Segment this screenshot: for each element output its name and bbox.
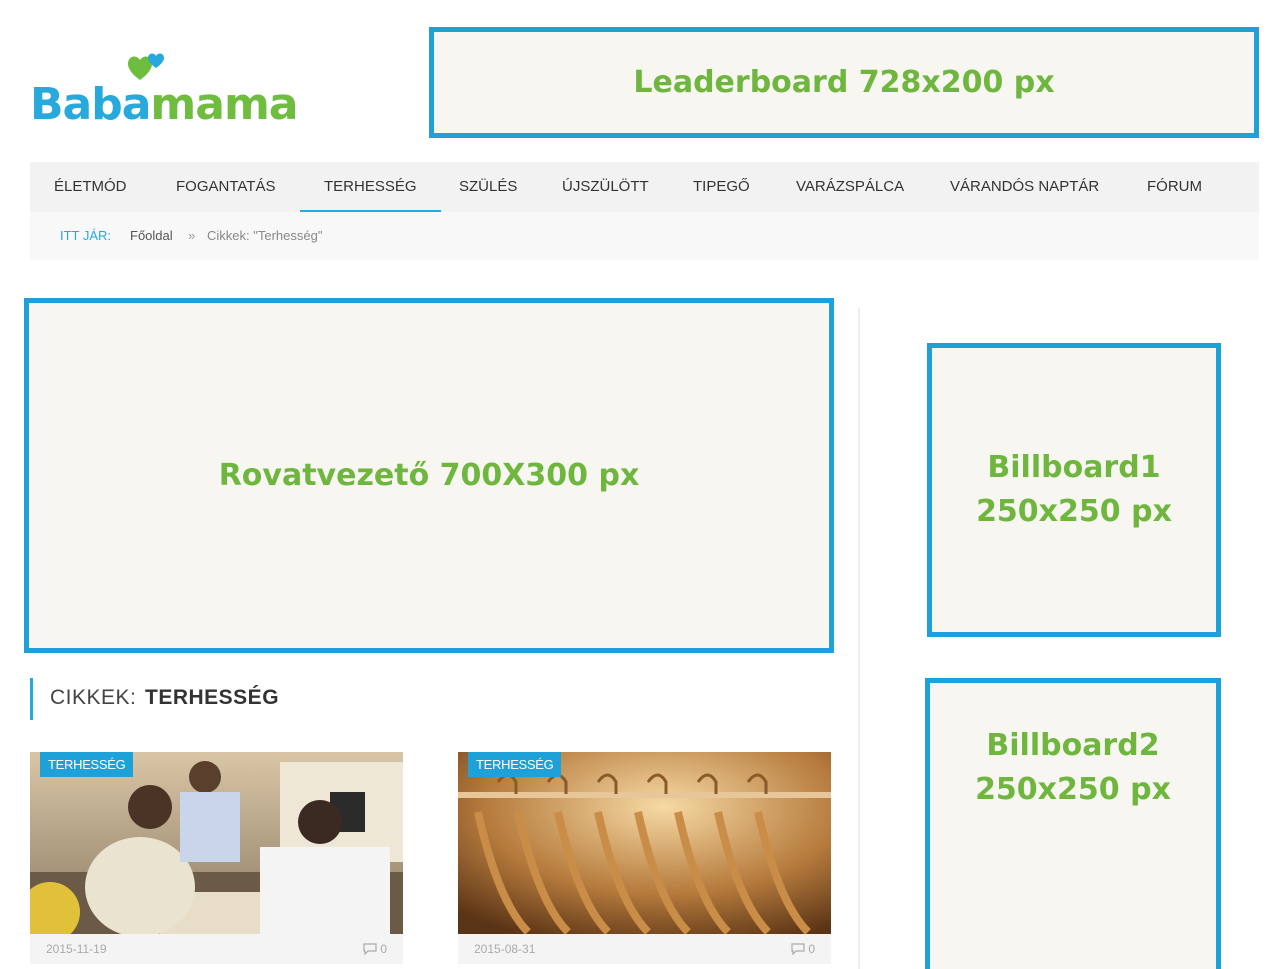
billboard2-ad-label: Billboard2 250x250 px — [975, 724, 1171, 812]
billboard1-ad-slot[interactable]: Billboard1 250x250 px — [927, 343, 1221, 637]
billboard2-ad-slot[interactable]: Billboard2 250x250 px — [925, 678, 1221, 969]
article-category-badge[interactable]: TERHESSÉG — [468, 752, 562, 777]
sidebar-divider — [858, 308, 860, 969]
nav-item-szules[interactable]: SZÜLÉS — [459, 162, 517, 212]
article-comments[interactable]: 0 — [363, 934, 387, 964]
leaderboard-ad-label: Leaderboard 728x200 px — [633, 64, 1055, 100]
nav-item-forum[interactable]: FÓRUM — [1147, 162, 1202, 212]
billboard2-ad-label-line2: 250x250 px — [975, 772, 1171, 807]
billboard1-ad-label-line2: 250x250 px — [976, 494, 1172, 529]
nav-item-terhesseg[interactable]: TERHESSÉG — [300, 162, 441, 212]
article-meta: 2015-08-31 0 — [458, 934, 831, 964]
breadcrumb-separator: » — [188, 228, 196, 243]
section-header-ad-label: Rovatvezető 700X300 px — [218, 457, 640, 493]
article-meta: 2015-11-19 0 — [30, 934, 403, 964]
site-logo[interactable]: Babamama — [30, 50, 300, 140]
nav-item-eletmod[interactable]: ÉLETMÓD — [54, 162, 127, 212]
nav-item-varazspalca[interactable]: VARÁZSPÁLCA — [796, 162, 904, 212]
section-header-ad-slot[interactable]: Rovatvezető 700X300 px — [24, 298, 834, 653]
article-card[interactable]: TERHESSÉG 2015-11-19 0 — [30, 752, 403, 964]
billboard2-ad-label-line1: Billboard2 — [986, 728, 1160, 763]
comment-icon — [363, 943, 377, 955]
billboard1-ad-label: Billboard1 250x250 px — [976, 446, 1172, 534]
article-comments[interactable]: 0 — [791, 934, 815, 964]
logo-text-baba: Baba — [30, 79, 151, 130]
nav-item-tipego[interactable]: TIPEGŐ — [693, 162, 750, 212]
article-category-badge[interactable]: TERHESSÉG — [40, 752, 134, 777]
breadcrumb: ITT JÁR: Főoldal » Cikkek: "Terhesség" — [30, 212, 1259, 260]
article-comment-count: 0 — [380, 942, 387, 956]
article-date: 2015-08-31 — [474, 942, 536, 956]
article-card[interactable]: TERHESSÉG 2015-08-31 0 — [458, 752, 831, 964]
nav-item-fogantatas[interactable]: FOGANTATÁS — [176, 162, 275, 212]
leaderboard-ad-slot[interactable]: Leaderboard 728x200 px — [429, 27, 1259, 138]
billboard1-ad-label-line1: Billboard1 — [987, 450, 1161, 485]
section-heading-title: TERHESSÉG — [145, 686, 280, 709]
article-comment-count: 0 — [808, 942, 815, 956]
article-date: 2015-11-19 — [46, 942, 107, 956]
breadcrumb-label: ITT JÁR: — [60, 228, 112, 243]
article-image[interactable]: TERHESSÉG — [458, 752, 831, 934]
breadcrumb-home-link[interactable]: Főoldal — [130, 212, 173, 260]
section-heading-bar — [30, 678, 33, 720]
breadcrumb-current: Cikkek: "Terhesség" — [207, 228, 323, 243]
logo-text-mama: mama — [150, 79, 298, 130]
comment-icon — [791, 943, 805, 955]
nav-item-varandos-naptar[interactable]: VÁRANDÓS NAPTÁR — [950, 162, 1099, 212]
nav-item-ujszulott[interactable]: ÚJSZÜLÖTT — [562, 162, 649, 212]
article-image[interactable]: TERHESSÉG — [30, 752, 403, 934]
main-navigation: ÉLETMÓD FOGANTATÁS TERHESSÉG SZÜLÉS ÚJSZ… — [30, 162, 1259, 212]
section-heading-prefix: CIKKEK: — [50, 686, 137, 709]
